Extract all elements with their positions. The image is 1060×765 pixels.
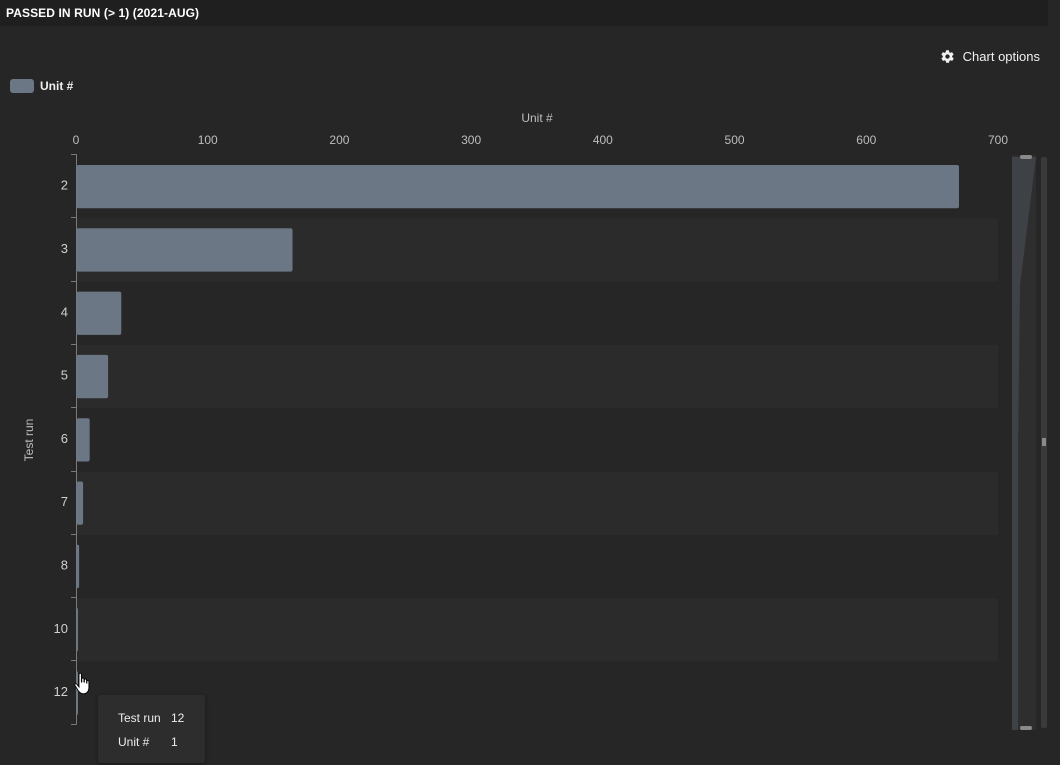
y-tick-label: 12 bbox=[54, 684, 68, 699]
bar[interactable] bbox=[76, 481, 84, 525]
x-tick-label: 700 bbox=[988, 133, 1008, 147]
range-handle-bottom[interactable] bbox=[1020, 726, 1032, 730]
bar[interactable] bbox=[76, 165, 959, 209]
tooltip-key: Test run bbox=[118, 711, 161, 725]
tooltip-row-test-run: Test run 12 bbox=[118, 711, 184, 725]
bar[interactable] bbox=[76, 608, 79, 652]
navigator-preview bbox=[1012, 155, 1047, 730]
x-axis-ticks: 0 100 200 300 400 500 600 700 bbox=[73, 133, 1009, 147]
bar[interactable] bbox=[76, 228, 293, 272]
y-axis: 2 3 4 5 6 7 8 10 12 bbox=[54, 154, 77, 725]
x-tick-label: 200 bbox=[329, 133, 349, 147]
tooltip-row-unit: Unit # 1 bbox=[118, 735, 178, 749]
range-handle-top[interactable] bbox=[1020, 155, 1032, 159]
hand-cursor-icon bbox=[74, 672, 90, 700]
tooltip-value: 12 bbox=[171, 711, 185, 725]
bar[interactable] bbox=[76, 354, 109, 399]
tooltip: Test run 12 Unit # 1 bbox=[98, 695, 205, 763]
row-band bbox=[76, 598, 998, 662]
chart-scrollbar[interactable] bbox=[1012, 155, 1048, 730]
y-tick-label: 6 bbox=[61, 431, 68, 446]
x-tick-label: 0 bbox=[73, 133, 80, 147]
x-tick-label: 100 bbox=[198, 133, 218, 147]
x-axis-label: Unit # bbox=[521, 111, 553, 125]
bar[interactable] bbox=[76, 418, 90, 462]
x-tick-label: 400 bbox=[593, 133, 613, 147]
y-tick-label: 5 bbox=[61, 368, 68, 383]
y-tick-label: 3 bbox=[61, 241, 68, 256]
bar-chart: Unit # 0 100 200 300 400 500 600 700 2 3 4 5 6 7 8 10 1… bbox=[22, 111, 1009, 725]
x-tick-label: 600 bbox=[856, 133, 876, 147]
tooltip-value: 1 bbox=[171, 735, 178, 749]
bar[interactable] bbox=[76, 291, 122, 335]
y-tick-label: 4 bbox=[61, 304, 68, 319]
y-axis-label: Test run bbox=[22, 419, 36, 462]
y-tick-label: 7 bbox=[61, 494, 68, 509]
y-tick-label: 10 bbox=[54, 621, 68, 636]
row-band bbox=[76, 344, 998, 409]
row-bands bbox=[76, 218, 998, 662]
x-tick-label: 300 bbox=[461, 133, 481, 147]
y-tick-label: 2 bbox=[61, 178, 68, 193]
scrollbar-grip[interactable] bbox=[1042, 438, 1046, 446]
y-tick-label: 8 bbox=[61, 557, 68, 572]
bar[interactable] bbox=[76, 544, 80, 589]
row-band bbox=[76, 471, 998, 535]
tooltip-key: Unit # bbox=[118, 735, 150, 749]
x-tick-label: 500 bbox=[725, 133, 745, 147]
